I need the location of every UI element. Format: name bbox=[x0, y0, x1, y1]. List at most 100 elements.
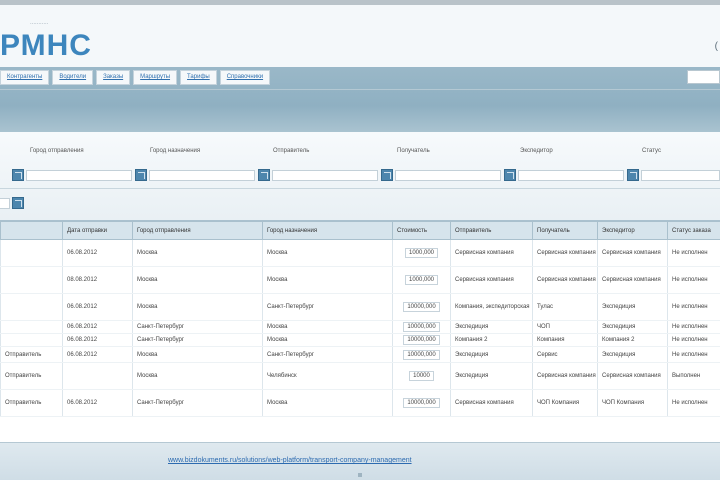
main-menu-bar: Контрагенты Водители Заказы Маршруты Тар… bbox=[0, 67, 720, 132]
table-cell: Отправитель bbox=[0, 346, 63, 363]
table-cell: Компания 2 bbox=[597, 333, 668, 347]
table-cell: Москва bbox=[132, 293, 263, 321]
table-row[interactable]: 08.08.2012 Москва Москва 1000,000 Сервис… bbox=[0, 266, 720, 294]
filter-status-input[interactable] bbox=[641, 170, 720, 181]
footer-resize-handle[interactable] bbox=[358, 473, 362, 477]
filter-label-forwarder: Экспедитор bbox=[520, 148, 553, 154]
column-header-recipient[interactable]: Получатель bbox=[532, 221, 598, 240]
filter-label-sender: Отправитель bbox=[273, 148, 310, 154]
table-row[interactable]: Отправитель Москва Челябинск 10000 Экспе… bbox=[0, 362, 720, 390]
table-cell: 06.08.2012 bbox=[62, 389, 133, 417]
table-cell: Сервис bbox=[532, 346, 598, 363]
filter-status-select-icon[interactable] bbox=[627, 169, 639, 181]
column-header-destination-city[interactable]: Город назначения bbox=[262, 221, 393, 240]
table-cell bbox=[0, 333, 63, 347]
table-cell: Экспедиция bbox=[450, 362, 533, 390]
filter-recipient-select-icon[interactable] bbox=[381, 169, 393, 181]
cost-value: 1000,000 bbox=[404, 248, 439, 258]
table-row[interactable]: Отправитель 06.08.2012 Москва Санкт-Пете… bbox=[0, 346, 720, 363]
cost-value: 10000,000 bbox=[403, 322, 440, 332]
filter-label-status: Статус bbox=[642, 148, 661, 154]
table-row[interactable]: 06.08.2012 Москва Москва 1000,000 Сервис… bbox=[0, 239, 720, 267]
table-row[interactable]: Отправитель 06.08.2012 Санкт-Петербург М… bbox=[0, 389, 720, 417]
table-cell: Москва bbox=[132, 346, 263, 363]
table-cell: 06.08.2012 bbox=[62, 346, 133, 363]
table-cell: Не исполнен bbox=[667, 239, 720, 267]
column-header-sender[interactable]: Отправитель bbox=[450, 221, 533, 240]
table-cell: Отправитель bbox=[0, 362, 63, 390]
column-header-origin-city[interactable]: Город отправления bbox=[132, 221, 263, 240]
table-cell: ЧОП bbox=[532, 320, 598, 334]
table-cell: Санкт-Петербург bbox=[262, 346, 393, 363]
column-header[interactable] bbox=[0, 221, 63, 240]
table-cell: Санкт-Петербург bbox=[132, 389, 263, 417]
table-cell: Экспедиция bbox=[597, 293, 668, 321]
nav-tabs: Контрагенты Водители Заказы Маршруты Тар… bbox=[0, 70, 273, 86]
table-cell: Сервисная компания bbox=[597, 266, 668, 294]
table-cell: Экспедиция bbox=[597, 320, 668, 334]
filter-origin-input[interactable] bbox=[26, 170, 132, 181]
table-cell: Санкт-Петербург bbox=[132, 333, 263, 347]
footer-link[interactable]: www.bizdokuments.ru/solutions/web-platfo… bbox=[168, 457, 412, 464]
table-cell-cost: 10000,000 bbox=[392, 346, 451, 363]
filter-recipient-input[interactable] bbox=[395, 170, 501, 181]
filter-divider bbox=[0, 188, 720, 189]
site-logo[interactable]: РМНС bbox=[0, 31, 92, 61]
filter-destination-input[interactable] bbox=[149, 170, 255, 181]
table-cell: Москва bbox=[132, 362, 263, 390]
column-header-order-status[interactable]: Статус заказа bbox=[667, 221, 720, 240]
table-cell: Не исполнен bbox=[667, 293, 720, 321]
filter-label-recipient: Получатель bbox=[397, 148, 430, 154]
table-cell: Сервисная компания bbox=[532, 266, 598, 294]
table-cell: 06.08.2012 bbox=[62, 239, 133, 267]
filter-extra-input[interactable] bbox=[0, 198, 10, 209]
table-cell bbox=[0, 293, 63, 321]
table-row[interactable]: 06.08.2012 Санкт-Петербург Москва 10000,… bbox=[0, 333, 720, 347]
tab-routes[interactable]: Маршруты bbox=[133, 70, 178, 85]
table-cell: Сервисная компания bbox=[597, 239, 668, 267]
cost-value: 1000,000 bbox=[404, 275, 439, 285]
table-cell bbox=[62, 362, 133, 390]
cost-value: 10000,000 bbox=[403, 349, 440, 360]
table-cell: Санкт-Петербург bbox=[262, 293, 393, 321]
filter-label-origin-city: Город отправления bbox=[30, 148, 84, 154]
table-cell: Челябинск bbox=[262, 362, 393, 390]
table-cell: Сервисная компания bbox=[532, 362, 598, 390]
filter-forwarder-input[interactable] bbox=[518, 170, 624, 181]
table-cell: Сервисная компания bbox=[597, 362, 668, 390]
table-cell: Не исполнен bbox=[667, 266, 720, 294]
table-cell: Сервисная компания bbox=[450, 266, 533, 294]
table-cell: Экспедиция bbox=[597, 346, 668, 363]
apply-filter-button[interactable] bbox=[12, 197, 24, 209]
table-cell: Москва bbox=[132, 266, 263, 294]
table-row[interactable]: 06.08.2012 Москва Санкт-Петербург 10000,… bbox=[0, 293, 720, 321]
tab-orders[interactable]: Заказы bbox=[96, 70, 131, 85]
table-cell: Москва bbox=[262, 239, 393, 267]
filter-origin-select-icon[interactable] bbox=[12, 169, 24, 181]
tab-tariffs[interactable]: Тарифы bbox=[180, 70, 217, 85]
orders-table: Дата отправки Город отправления Город на… bbox=[0, 221, 720, 417]
cost-value: 10000,000 bbox=[403, 335, 440, 345]
table-cell: 06.08.2012 bbox=[62, 333, 133, 347]
table-cell: Компания, экспедиторская bbox=[450, 293, 533, 321]
search-input[interactable] bbox=[687, 70, 720, 84]
table-cell-cost: 1000,000 bbox=[392, 239, 451, 267]
table-cell-cost: 10000,000 bbox=[392, 333, 451, 347]
table-cell: Не исполнен bbox=[667, 346, 720, 363]
table-cell: Компания 2 bbox=[450, 333, 533, 347]
filter-label-destination-city: Город назначения bbox=[150, 148, 201, 154]
cost-value: 10000,000 bbox=[403, 302, 440, 312]
column-header-cost[interactable]: Стоимость bbox=[392, 221, 451, 240]
filter-sender-input[interactable] bbox=[272, 170, 378, 181]
column-header-ship-date[interactable]: Дата отправки bbox=[62, 221, 133, 240]
tab-drivers[interactable]: Водители bbox=[52, 70, 94, 85]
tab-references[interactable]: Справочники bbox=[219, 70, 271, 85]
filter-sender-select-icon[interactable] bbox=[258, 169, 270, 181]
table-row[interactable]: 06.08.2012 Санкт-Петербург Москва 10000,… bbox=[0, 320, 720, 334]
filter-destination-select-icon[interactable] bbox=[135, 169, 147, 181]
column-header-forwarder[interactable]: Экспедитор bbox=[597, 221, 668, 240]
orders-grid: Дата отправки Город отправления Город на… bbox=[0, 220, 720, 442]
table-cell: ЧОП Компания bbox=[597, 389, 668, 417]
tab-contractors[interactable]: Контрагенты bbox=[0, 70, 50, 85]
filter-forwarder-select-icon[interactable] bbox=[504, 169, 516, 181]
